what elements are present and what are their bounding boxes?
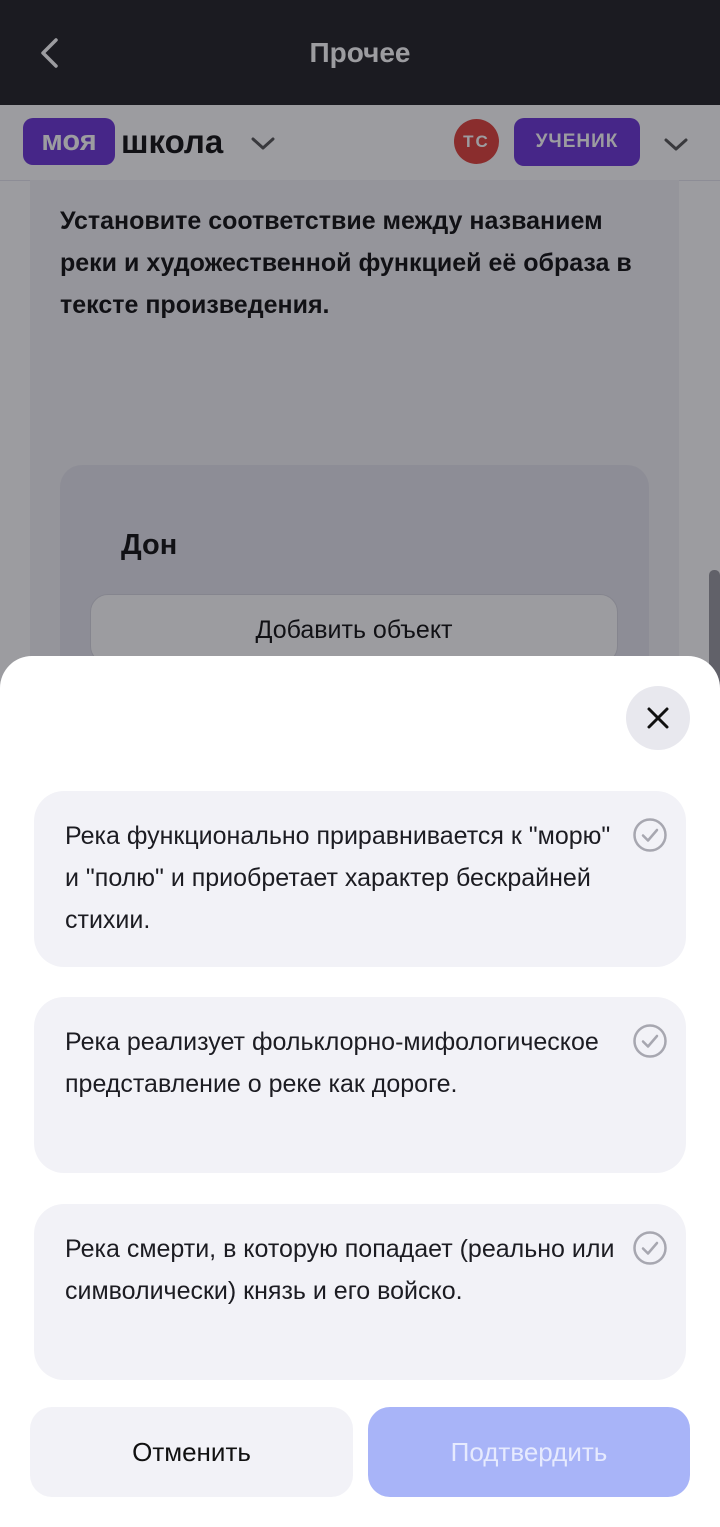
bottom-sheet: Река функционально приравнивается к "мор… [0,656,720,1527]
check-circle-icon [633,1231,667,1265]
option-item[interactable]: Река смерти, в которую попадает (реально… [34,1204,686,1380]
option-text: Река смерти, в которую попадает (реально… [65,1235,615,1305]
check-circle-icon [633,1024,667,1058]
check-circle-icon [633,818,667,852]
option-text: Река реализует фольклорно-мифологическое… [65,1028,599,1098]
confirm-button[interactable]: Подтвердить [368,1407,690,1497]
option-text: Река функционально приравнивается к "мор… [65,822,611,934]
cancel-button[interactable]: Отменить [30,1407,353,1497]
close-icon [647,707,669,729]
option-item[interactable]: Река функционально приравнивается к "мор… [34,791,686,967]
option-item[interactable]: Река реализует фольклорно-мифологическое… [34,997,686,1173]
close-button[interactable] [626,686,690,750]
